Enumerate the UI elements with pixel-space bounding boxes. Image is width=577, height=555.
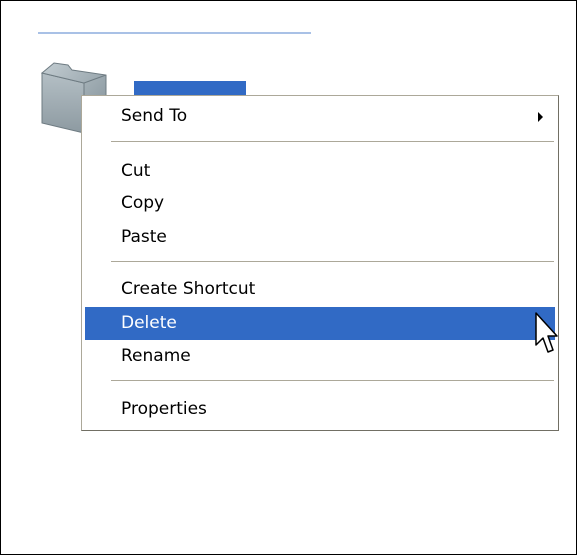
menu-item-label: Delete [121,313,177,333]
menu-separator [111,380,554,382]
menu-item-cut[interactable]: Cut [85,155,555,188]
triangle-right-icon [538,112,543,122]
context-menu: Send To Cut Copy Paste Create Shortcut D… [81,95,559,431]
menu-item-label: Paste [121,227,167,247]
menu-separator [111,141,554,143]
menu-item-properties[interactable]: Properties [85,393,555,426]
screenshot-frame: Send To Cut Copy Paste Create Shortcut D… [0,0,577,555]
menu-item-paste[interactable]: Paste [85,221,555,254]
menu-item-create-shortcut[interactable]: Create Shortcut [85,273,555,306]
menu-item-label: Rename [121,346,191,366]
menu-item-rename[interactable]: Rename [85,340,555,373]
arrow-cursor-icon [535,312,559,356]
menu-item-label: Send To [121,106,188,126]
menu-item-copy[interactable]: Copy [85,187,555,220]
menu-item-delete[interactable]: Delete [85,307,555,340]
menu-separator [111,261,554,263]
menu-item-label: Cut [121,161,151,181]
menu-item-send-to[interactable]: Send To [85,100,555,133]
menu-item-label: Create Shortcut [121,279,256,299]
top-divider [38,32,311,34]
menu-item-label: Copy [121,193,165,213]
menu-item-label: Properties [121,399,207,419]
